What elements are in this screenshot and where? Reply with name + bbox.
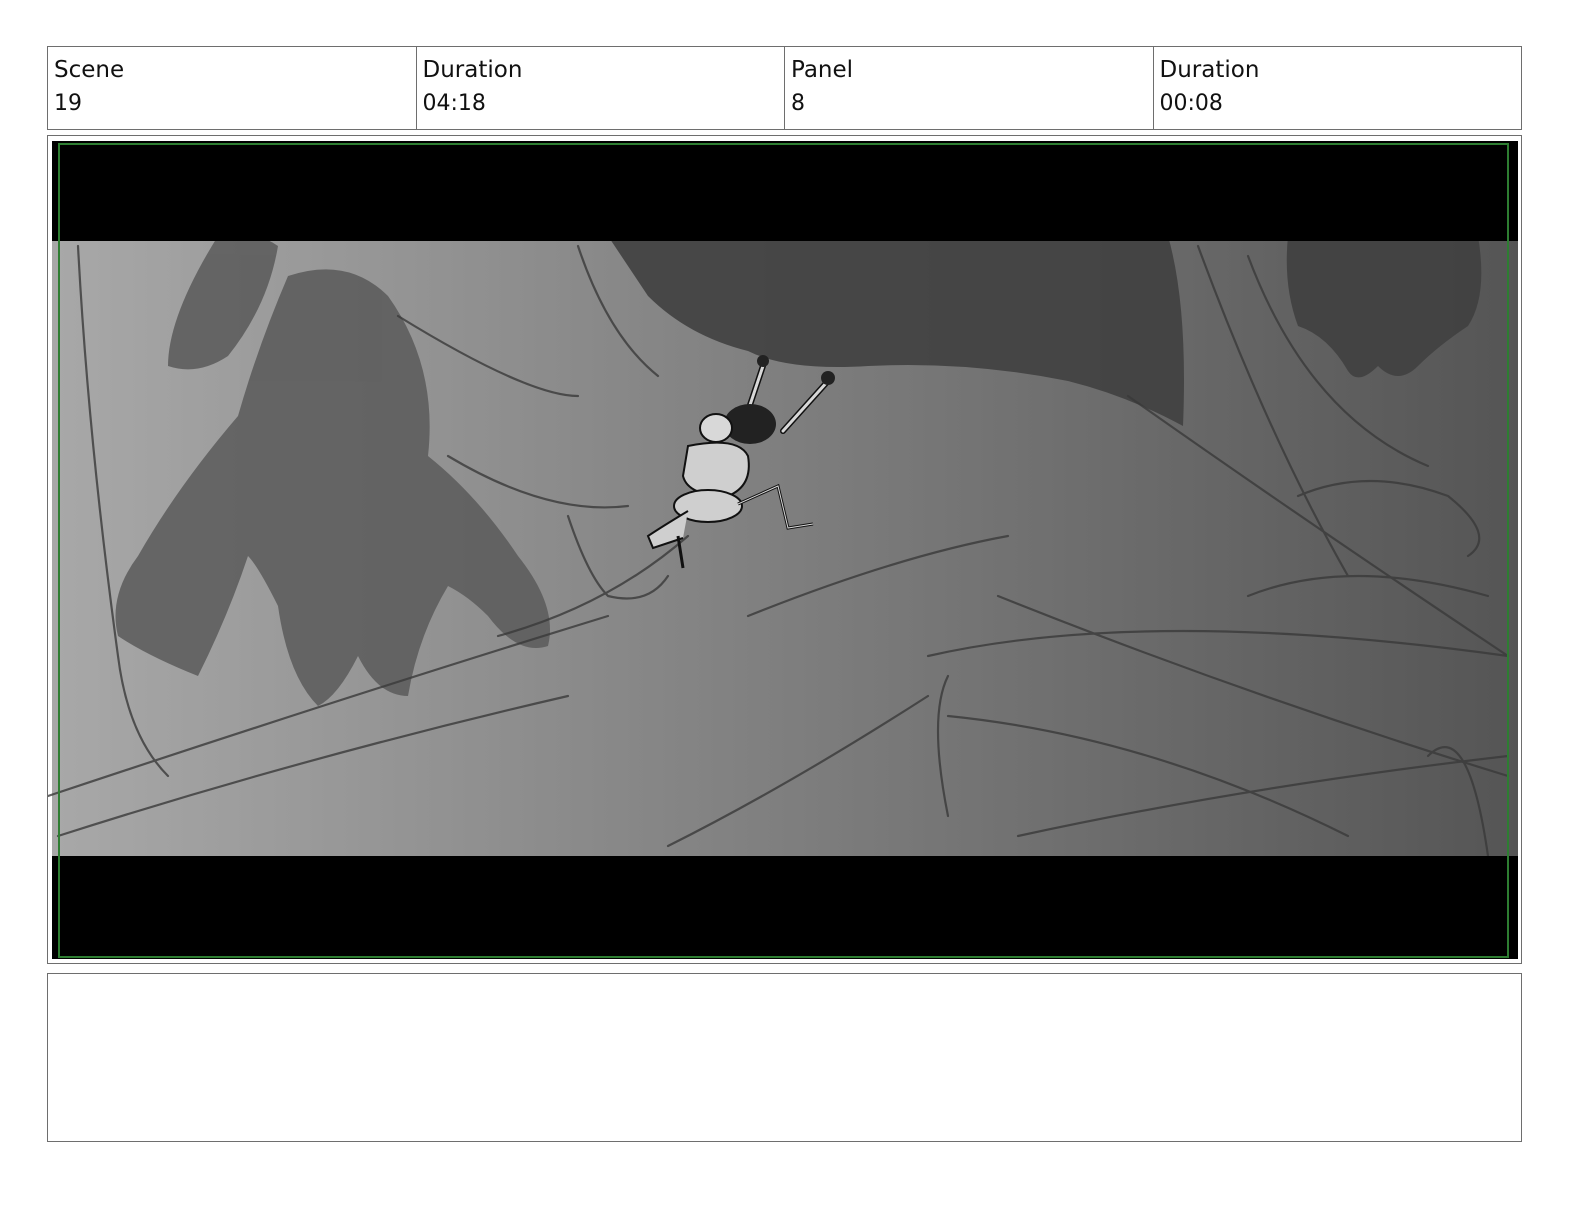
- storyboard-panel: [47, 135, 1522, 964]
- panel-value: 8: [791, 91, 805, 116]
- scene-cell: Scene 19: [48, 47, 417, 129]
- storyboard-sketch-image: [48, 136, 1521, 963]
- panel-cell: Panel 8: [785, 47, 1154, 129]
- panel-label: Panel: [791, 57, 854, 83]
- panel-notes-box[interactable]: [47, 973, 1522, 1142]
- scene-duration-value: 04:18: [422, 91, 486, 116]
- panel-info-header: Scene 19 Duration 04:18 Panel 8 Duration…: [47, 46, 1522, 130]
- panel-duration-label: Duration: [1159, 57, 1260, 83]
- scene-value: 19: [54, 91, 82, 116]
- scene-duration-label: Duration: [422, 57, 523, 83]
- panel-duration-cell: Duration 00:08: [1154, 47, 1522, 129]
- panel-duration-value: 00:08: [1159, 91, 1223, 116]
- letterbox-bottom: [52, 856, 1518, 959]
- scene-duration-cell: Duration 04:18: [417, 47, 785, 129]
- scene-label: Scene: [54, 57, 125, 83]
- letterbox-top: [52, 141, 1518, 241]
